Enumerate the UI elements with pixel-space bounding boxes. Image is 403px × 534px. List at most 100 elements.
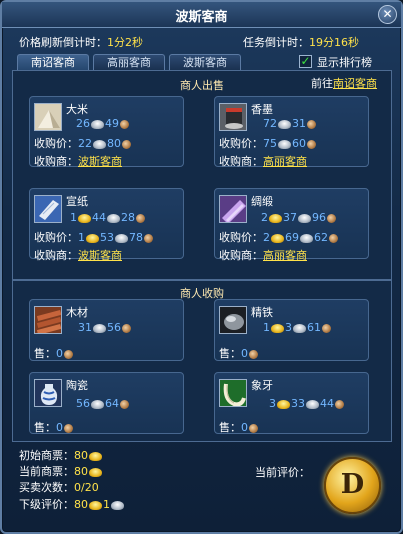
- item-price: 1 3 61: [263, 321, 332, 334]
- item-price: 2 37 96: [261, 211, 337, 224]
- sell-row: 售：0: [219, 419, 259, 435]
- price-silver: 31: [78, 321, 92, 334]
- sell-label: 售：: [34, 421, 56, 434]
- sell-item-card[interactable]: 香墨 72 31 收购价：75 60 收购商：高丽客商: [214, 96, 369, 168]
- buy-merchant-label: 收购商：: [219, 249, 263, 262]
- rank-checkbox[interactable]: ✓: [299, 55, 312, 68]
- silver-coin-icon: [278, 140, 291, 149]
- porcelain-icon: [34, 379, 62, 407]
- sell-row: 售：0: [34, 345, 74, 361]
- buy-item-card[interactable]: 象牙 3 33 44 售：0: [214, 372, 369, 434]
- sell-label: 售：: [219, 347, 241, 360]
- refresh-label: 价格刷新倒计时：: [19, 36, 107, 49]
- silver-coin-icon: [115, 234, 128, 243]
- gold-ingot-icon: [89, 468, 102, 477]
- task-label: 任务倒计时：: [243, 36, 309, 49]
- sell-item-card[interactable]: 宣纸 1 44 28 收购价：1 53 78 收购商：波斯客商: [29, 188, 184, 262]
- gold-ingot-icon: [86, 234, 99, 243]
- buy-price-copper: 60: [292, 137, 306, 150]
- buy-item-card[interactable]: 陶瓷 56 64 售：0: [29, 372, 184, 434]
- buy-price-label: 收购价：: [34, 231, 78, 244]
- goto-merchant: 前往南诏客商: [311, 75, 377, 91]
- current-label: 当前商票：: [19, 465, 74, 478]
- merchant-link[interactable]: 高丽客商: [263, 155, 307, 168]
- copper-coin-icon: [327, 214, 336, 223]
- buy-price-copper: 80: [107, 137, 121, 150]
- rank-label: 显示排行榜: [317, 56, 372, 69]
- silver-coin-icon: [107, 214, 120, 223]
- copper-coin-icon: [144, 234, 153, 243]
- gold-ingot-icon: [269, 214, 282, 223]
- buy-price-label: 收购价：: [34, 137, 78, 150]
- price-copper: 31: [292, 117, 306, 130]
- gold-ingot-icon: [277, 400, 290, 409]
- copper-coin-icon: [307, 120, 316, 129]
- price-gold: 2: [261, 211, 268, 224]
- buy-price-copper: 78: [129, 231, 143, 244]
- close-button[interactable]: ✕: [378, 5, 397, 24]
- merchant-window: 波斯客商 ✕ 价格刷新倒计时：1分2秒 任务倒计时：19分16秒 南诏客商 高丽…: [0, 0, 403, 534]
- buy-item-card[interactable]: 木材 31 56 售：0: [29, 299, 184, 361]
- tab-goryeo[interactable]: 高丽客商: [93, 54, 165, 70]
- sell-value: 0: [241, 347, 248, 360]
- item-name: 陶瓷: [66, 379, 88, 392]
- price-silver: 3: [285, 321, 292, 334]
- tab-nanzhao[interactable]: 南诏客商: [17, 54, 89, 70]
- item-price: 31 56: [78, 321, 132, 334]
- next-rating: 下级评价：80 1: [19, 496, 125, 512]
- silver-coin-icon: [111, 501, 124, 510]
- gold-ingot-icon: [89, 501, 102, 510]
- price-copper: 96: [312, 211, 326, 224]
- title-bar[interactable]: 波斯客商 ✕: [2, 2, 401, 28]
- copper-coin-icon: [329, 234, 338, 243]
- trades-value: 0/20: [74, 481, 99, 494]
- tab-persia[interactable]: 波斯客商: [169, 54, 241, 70]
- merchant-link[interactable]: 波斯客商: [78, 249, 122, 262]
- silver-coin-icon: [278, 120, 291, 129]
- copper-coin-icon: [307, 140, 316, 149]
- buy-item-card[interactable]: 精铁 1 3 61 售：0: [214, 299, 369, 361]
- gold-ingot-icon: [78, 214, 91, 223]
- price-copper: 61: [307, 321, 321, 334]
- buy-merchant-row: 收购商：波斯客商: [34, 153, 122, 169]
- close-icon: ✕: [382, 7, 393, 21]
- buy-price-row: 收购价：1 53 78: [34, 229, 154, 245]
- silver-coin-icon: [300, 234, 313, 243]
- merchant-link[interactable]: 高丽客商: [263, 249, 307, 262]
- rating-grade: D: [340, 469, 365, 500]
- sell-item-card[interactable]: 绸缎 2 37 96 收购价：2 69 62 收购商：高丽客商: [214, 188, 369, 262]
- price-copper: 28: [121, 211, 135, 224]
- price-copper: 44: [320, 397, 334, 410]
- silver-coin-icon: [293, 324, 306, 333]
- sell-value: 0: [241, 421, 248, 434]
- buy-price-gold: 2: [263, 231, 270, 244]
- sell-row: 售：0: [219, 345, 259, 361]
- copper-coin-icon: [120, 120, 129, 129]
- next-label: 下级评价：: [19, 498, 74, 511]
- copper-coin-icon: [64, 424, 73, 433]
- price-gold: 1: [70, 211, 77, 224]
- sell-label: 售：: [34, 347, 56, 360]
- rating-badge-icon: D: [324, 457, 381, 514]
- trades-label: 买卖次数：: [19, 481, 74, 494]
- silver-coin-icon: [93, 324, 106, 333]
- price-silver: 44: [92, 211, 106, 224]
- buy-price-silver: 53: [100, 231, 114, 244]
- price-silver: 26: [76, 117, 90, 130]
- gold-ingot-icon: [89, 452, 102, 461]
- merchant-link[interactable]: 波斯客商: [78, 155, 122, 168]
- buy-merchant-label: 收购商：: [34, 249, 78, 262]
- buy-price-silver: 75: [263, 137, 277, 150]
- buy-price-copper: 62: [314, 231, 328, 244]
- sell-item-card[interactable]: 大米 26 49 收购价：22 80 收购商：波斯客商: [29, 96, 184, 169]
- sell-row: 售：0: [34, 419, 74, 435]
- item-price: 3 33 44: [269, 397, 345, 410]
- copper-coin-icon: [335, 400, 344, 409]
- item-price: 1 44 28: [70, 211, 146, 224]
- copper-coin-icon: [136, 214, 145, 223]
- item-name: 象牙: [251, 379, 273, 392]
- sell-value: 0: [56, 347, 63, 360]
- price-silver: 72: [263, 117, 277, 130]
- goto-link[interactable]: 南诏客商: [333, 77, 377, 90]
- buy-merchant-label: 收购商：: [219, 155, 263, 168]
